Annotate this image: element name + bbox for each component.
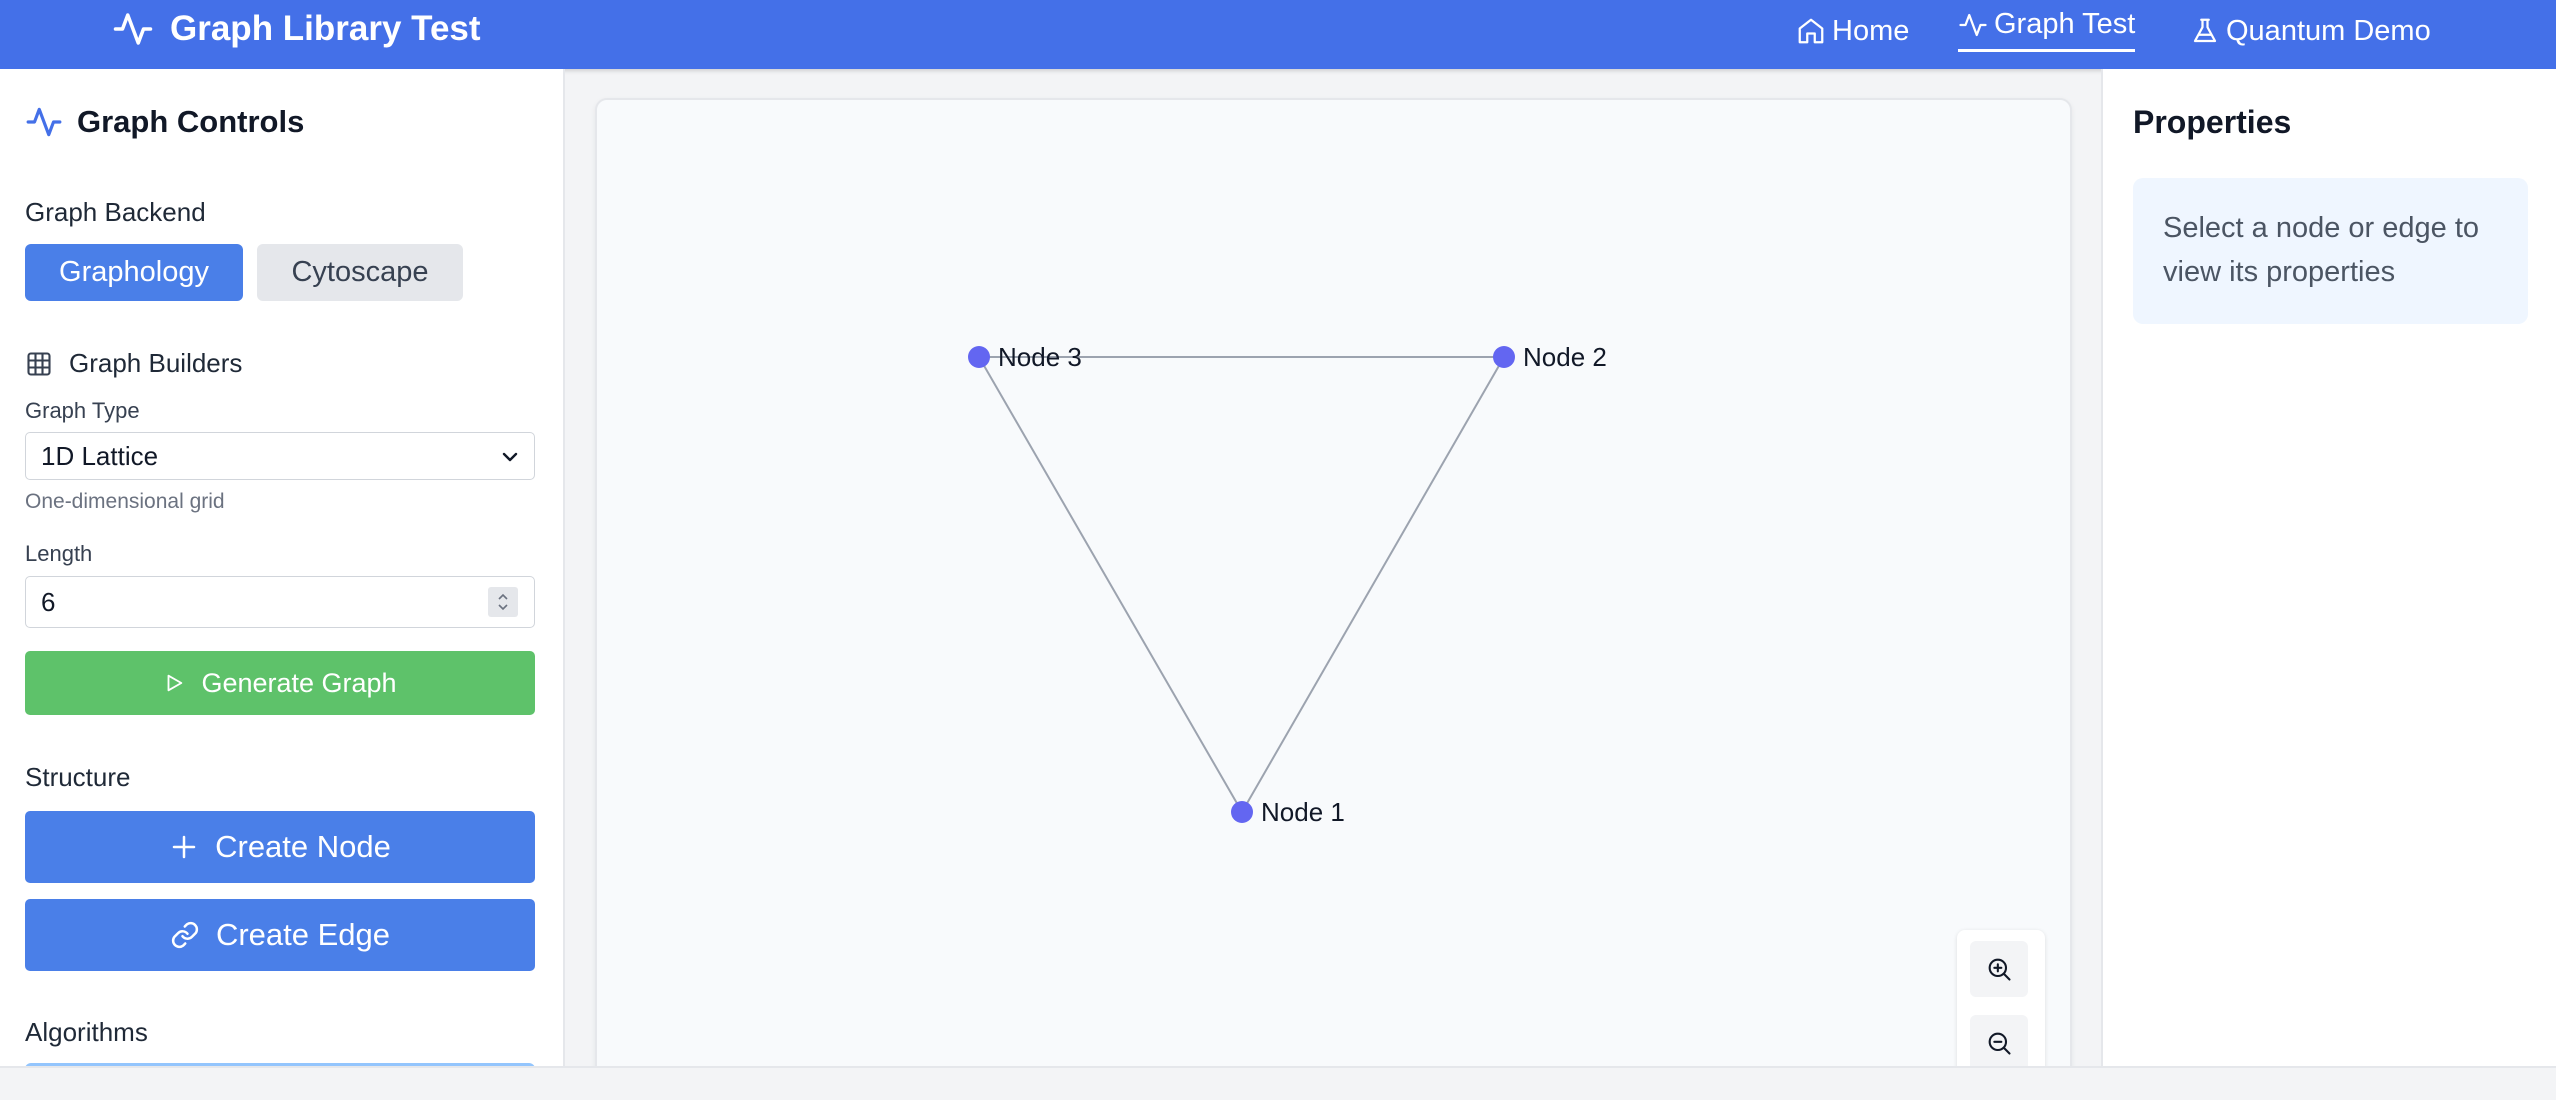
zoom-in-button[interactable]: [1970, 941, 2028, 997]
home-icon: [1798, 18, 1824, 44]
graph-edge-n3-n1[interactable]: [978, 356, 1243, 813]
nav-graph-test[interactable]: Graph Test: [1958, 0, 2136, 52]
length-label: Length: [25, 541, 93, 566]
link-icon: [171, 921, 199, 949]
create-edge-label: Create Edge: [215, 917, 391, 952]
properties-title: Properties: [2133, 104, 2292, 140]
graph-node-n1[interactable]: [1231, 801, 1253, 823]
graph-type-hint: One-dimensional grid: [25, 490, 225, 513]
properties-sidebar: Properties Select a node or edge to view…: [2101, 69, 2556, 1100]
zoom-out-button[interactable]: [1970, 1015, 2028, 1071]
generate-graph-label: Generate Graph: [201, 667, 397, 698]
graph-edge-n2-n1[interactable]: [1241, 356, 1505, 813]
bottom-status-bar: [0, 1066, 2556, 1100]
activity-icon: [113, 13, 153, 45]
graph-controls-title: Graph Controls: [77, 104, 305, 139]
plus-icon: [172, 835, 196, 859]
nav-home-label: Home: [1832, 14, 1910, 47]
graph-controls-heading: Graph Controls: [25, 103, 304, 141]
zoom-out-icon: [1988, 1032, 2011, 1055]
grid-icon: [27, 351, 51, 376]
chevron-down-icon: [498, 604, 508, 611]
nav-quantum-demo-label: Quantum Demo: [2226, 14, 2431, 47]
brand[interactable]: Graph Library Test: [112, 8, 481, 50]
activity-icon: [1959, 13, 1987, 36]
create-node-label: Create Node: [215, 829, 391, 864]
top-navbar: Graph Library Test Home Graph Test Quant…: [0, 0, 2556, 69]
length-stepper[interactable]: [488, 587, 518, 617]
backend-cytoscape-button[interactable]: Cytoscape: [257, 244, 463, 301]
graph-canvas[interactable]: Node 1 Node 2 Node 3: [595, 98, 2072, 1100]
graph-builders-label: Graph Builders: [69, 348, 243, 378]
graph-node-label: Node 2: [1523, 342, 1607, 372]
create-node-button[interactable]: Create Node: [25, 811, 535, 883]
graph-type-value: 1D Lattice: [41, 440, 159, 471]
graph-node-n3[interactable]: [968, 346, 990, 368]
backend-graphology-button[interactable]: Graphology: [25, 244, 243, 301]
chevron-down-icon: [502, 452, 518, 462]
graph-view[interactable]: Node 1 Node 2 Node 3: [597, 100, 2074, 1100]
graph-node-n2[interactable]: [1493, 346, 1515, 368]
chevron-up-icon: [498, 593, 508, 600]
graph-backend-label: Graph Backend: [25, 197, 206, 227]
nav-graph-test-label: Graph Test: [1994, 8, 2136, 40]
play-icon: [168, 674, 183, 692]
app-title: Graph Library Test: [170, 9, 481, 48]
graph-type-select[interactable]: 1D Lattice: [25, 432, 535, 480]
graph-controls-sidebar: Graph Controls Graph Backend Graphology …: [0, 69, 565, 1100]
generate-graph-button[interactable]: Generate Graph: [25, 651, 535, 715]
length-input[interactable]: 6: [25, 576, 535, 628]
zoom-in-icon: [1988, 958, 2011, 981]
nav-quantum-demo[interactable]: Quantum Demo: [2190, 0, 2431, 62]
structure-label: Structure: [25, 762, 131, 792]
activity-icon: [26, 107, 62, 137]
length-value: 6: [41, 586, 56, 617]
algorithms-label: Algorithms: [25, 1017, 148, 1047]
flask-icon: [2193, 18, 2217, 43]
graph-type-label: Graph Type: [25, 398, 140, 423]
properties-placeholder: Select a node or edge to view its proper…: [2133, 178, 2528, 324]
graph-node-label: Node 3: [998, 342, 1082, 372]
graph-node-label: Node 1: [1261, 797, 1345, 827]
create-edge-button[interactable]: Create Edge: [25, 899, 535, 971]
nav-home[interactable]: Home: [1796, 0, 1909, 62]
graph-builders-heading: Graph Builders: [25, 348, 242, 379]
